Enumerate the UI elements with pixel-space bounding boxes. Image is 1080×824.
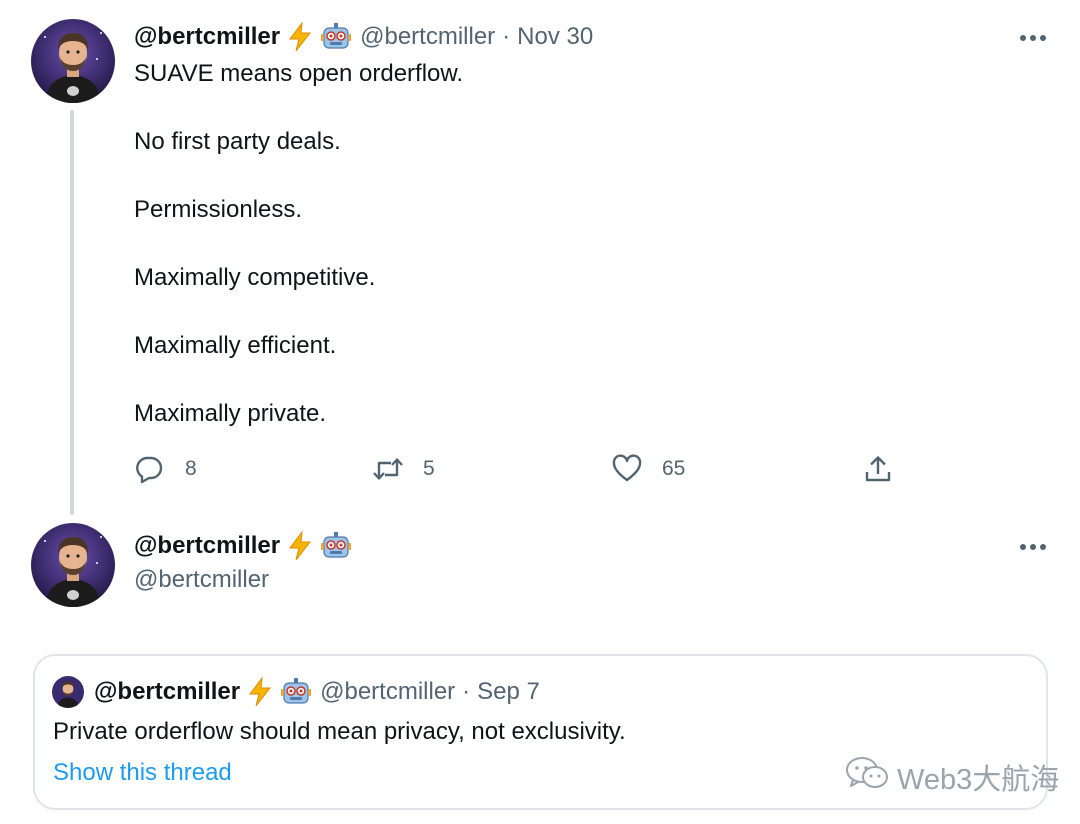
retweet-button[interactable]: 5 <box>372 454 435 484</box>
thread-connector-line <box>70 110 74 515</box>
separator-dot: · <box>502 23 511 50</box>
tweet-actions: 8 5 65 <box>134 452 904 488</box>
tweet-text-line: Maximally competitive. <box>134 264 376 291</box>
watermark: Web3大航海 <box>845 756 1059 798</box>
reply-count: 8 <box>185 457 197 480</box>
reply-button[interactable]: 8 <box>134 454 197 484</box>
watermark-text: Web3大航海 <box>897 764 1060 796</box>
author-avatar[interactable] <box>31 523 115 607</box>
share-button[interactable] <box>864 454 892 484</box>
tweet-text-line: No first party deals. <box>134 128 341 155</box>
tweet-timestamp[interactable]: Nov 30 <box>517 23 593 51</box>
quoted-tweet-text: Private orderflow should mean privacy, n… <box>53 718 626 745</box>
more-options-icon[interactable] <box>1020 35 1046 41</box>
quoted-author-handle[interactable]: @bertcmiller <box>320 678 455 706</box>
like-count: 65 <box>662 457 686 480</box>
author-handle[interactable]: @bertcmiller <box>134 566 269 594</box>
lightning-bolt-icon <box>286 531 314 561</box>
quoted-author-avatar <box>52 676 84 708</box>
show-thread-link[interactable]: Show this thread <box>53 759 232 787</box>
retweet-count: 5 <box>423 457 435 480</box>
quoted-tweet-header: @bertcmiller @bertcmiller · Sep 7 <box>52 676 540 708</box>
retweet-icon <box>372 454 404 484</box>
robot-face-icon <box>320 22 352 52</box>
author-name[interactable]: @bertcmiller <box>134 23 280 51</box>
robot-face-icon <box>320 531 352 561</box>
quoted-tweet-timestamp[interactable]: Sep 7 <box>477 678 540 706</box>
tweet-header: @bertcmiller @bertcmiller · Nov 30 <box>134 21 593 53</box>
tweet-header: @bertcmiller <box>134 530 352 562</box>
author-handle[interactable]: @bertcmiller <box>360 23 495 51</box>
lightning-bolt-icon <box>286 22 314 52</box>
author-name[interactable]: @bertcmiller <box>134 532 280 560</box>
author-handle-row: @bertcmiller <box>134 564 269 596</box>
author-avatar[interactable] <box>31 19 115 103</box>
separator-dot: · <box>462 678 471 705</box>
reply-icon <box>134 454 164 484</box>
tweet-text-line: Maximally efficient. <box>134 332 337 359</box>
like-button[interactable]: 65 <box>612 454 685 484</box>
more-options-icon[interactable] <box>1020 544 1046 550</box>
share-icon <box>864 454 892 484</box>
robot-face-icon <box>280 677 312 707</box>
lightning-bolt-icon <box>246 677 274 707</box>
wechat-icon <box>845 756 897 798</box>
heart-icon <box>612 454 642 484</box>
tweet-text-line: Permissionless. <box>134 196 303 223</box>
tweet-text-line: Maximally private. <box>134 400 327 427</box>
tweet-text-line: SUAVE means open orderflow. <box>134 60 464 87</box>
quoted-author-name[interactable]: @bertcmiller <box>94 678 240 706</box>
